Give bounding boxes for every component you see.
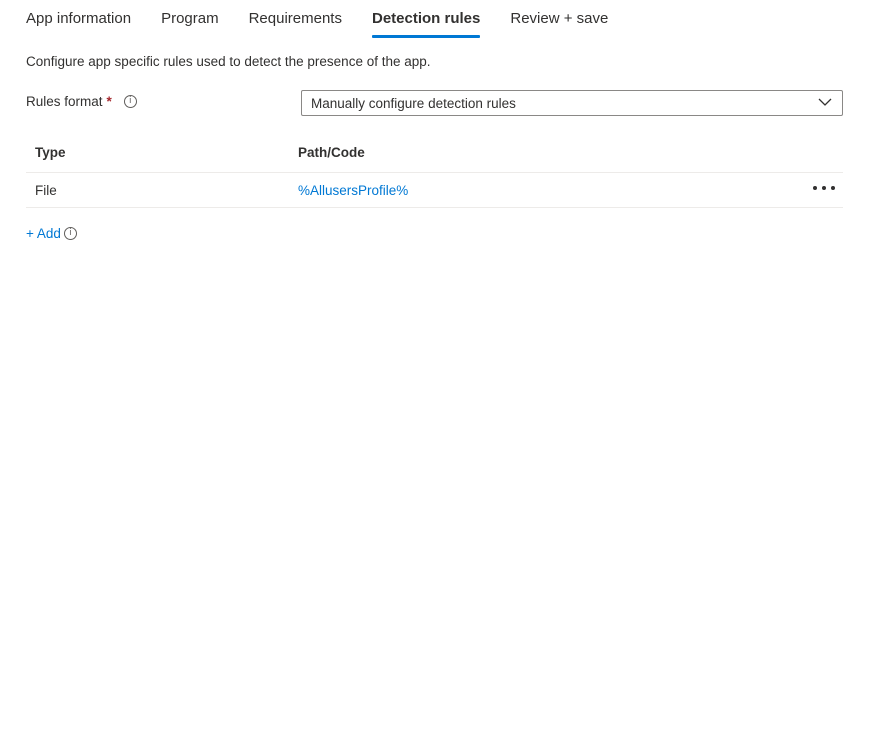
tab-app-information[interactable]: App information <box>26 0 131 38</box>
cell-type: File <box>35 183 57 198</box>
column-header-path-code: Path/Code <box>298 145 365 160</box>
detection-rules-table: Type Path/Code File %AllusersProfile% <box>26 136 843 208</box>
tab-review-save[interactable]: Review + save <box>510 0 608 38</box>
tab-bar: App information Program Requirements Det… <box>26 0 638 38</box>
rules-format-label-group: Rules format * i <box>26 94 137 109</box>
table-row[interactable]: File %AllusersProfile% <box>26 173 843 208</box>
table-header: Type Path/Code <box>26 136 843 173</box>
page-description: Configure app specific rules used to det… <box>26 54 431 69</box>
tab-program[interactable]: Program <box>161 0 219 38</box>
info-icon[interactable]: i <box>63 227 77 240</box>
info-icon[interactable]: i <box>123 95 137 108</box>
more-icon[interactable] <box>813 181 835 195</box>
chevron-down-icon <box>818 98 832 106</box>
rules-format-selected-value: Manually configure detection rules <box>311 95 516 111</box>
tab-requirements[interactable]: Requirements <box>249 0 342 38</box>
cell-path-link[interactable]: %AllusersProfile% <box>298 183 408 198</box>
rules-format-dropdown[interactable]: Manually configure detection rules <box>301 90 843 116</box>
required-asterisk: * <box>106 94 112 109</box>
rules-format-label: Rules format <box>26 94 103 109</box>
tab-detection-rules[interactable]: Detection rules <box>371 0 481 38</box>
add-rule-button[interactable]: + Add i <box>26 226 77 241</box>
add-label: + Add <box>26 226 61 241</box>
column-header-type: Type <box>35 145 66 160</box>
